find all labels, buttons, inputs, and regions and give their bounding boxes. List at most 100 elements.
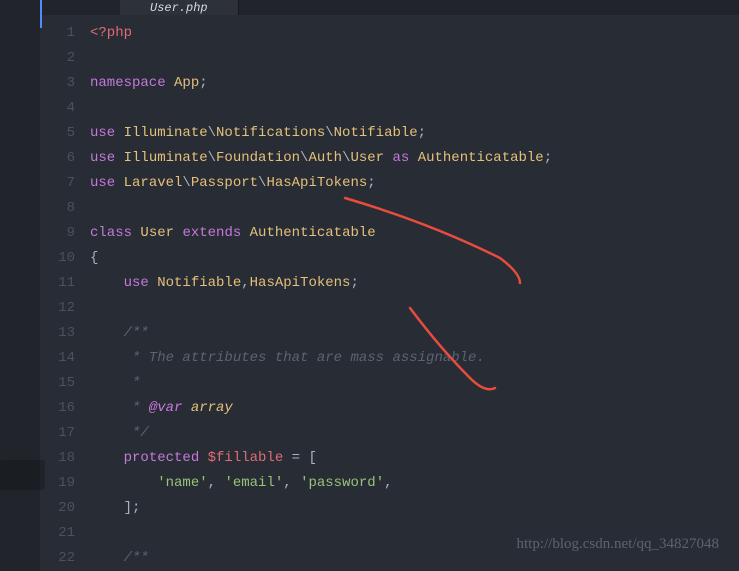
code-line[interactable]: <?php bbox=[90, 21, 739, 46]
main-area: User.php 1234567891011121314151617181920… bbox=[40, 0, 739, 571]
code-token: Foundation bbox=[216, 150, 300, 166]
code-token: \ bbox=[182, 175, 190, 191]
code-token: */ bbox=[90, 425, 149, 441]
code-line[interactable]: class User extends Authenticatable bbox=[90, 221, 739, 246]
line-number: 3 bbox=[40, 71, 75, 96]
code-token: use bbox=[90, 150, 124, 166]
code-line[interactable]: 'name', 'email', 'password', bbox=[90, 471, 739, 496]
code-token: class bbox=[90, 225, 140, 241]
code-token: ; bbox=[418, 125, 426, 141]
code-token: ; bbox=[544, 150, 552, 166]
code-line[interactable]: * @var array bbox=[90, 396, 739, 421]
code-token: use bbox=[90, 125, 124, 141]
code-token: <?php bbox=[90, 25, 132, 41]
code-token: Notifiable bbox=[334, 125, 418, 141]
code-line[interactable]: use Laravel\Passport\HasApiTokens; bbox=[90, 171, 739, 196]
line-number: 17 bbox=[40, 421, 75, 446]
code-token: User bbox=[140, 225, 182, 241]
line-number: 4 bbox=[40, 96, 75, 121]
code-token: * bbox=[90, 375, 140, 391]
code-token: ; bbox=[350, 275, 358, 291]
code-token: \ bbox=[208, 150, 216, 166]
code-token: use bbox=[90, 175, 124, 191]
code-token: , bbox=[384, 475, 392, 491]
code-token: Illuminate bbox=[124, 150, 208, 166]
line-number: 14 bbox=[40, 346, 75, 371]
code-token: Auth bbox=[308, 150, 342, 166]
line-number: 8 bbox=[40, 196, 75, 221]
line-number: 18 bbox=[40, 446, 75, 471]
code-token bbox=[90, 275, 124, 291]
code-token: ]; bbox=[90, 500, 140, 516]
tab-bar: User.php bbox=[40, 0, 739, 15]
line-number: 6 bbox=[40, 146, 75, 171]
code-token: HasApiTokens bbox=[250, 275, 351, 291]
code-token bbox=[182, 400, 190, 416]
code-content[interactable]: <?phpnamespace App;use Illuminate\Notifi… bbox=[90, 15, 739, 571]
code-token: namespace bbox=[90, 75, 174, 91]
line-number: 21 bbox=[40, 521, 75, 546]
line-number: 12 bbox=[40, 296, 75, 321]
code-token: as bbox=[384, 150, 418, 166]
code-token: Passport bbox=[191, 175, 258, 191]
code-token bbox=[90, 475, 157, 491]
code-token: = [ bbox=[283, 450, 317, 466]
code-token bbox=[90, 450, 124, 466]
code-token: { bbox=[90, 250, 98, 266]
code-line[interactable] bbox=[90, 96, 739, 121]
code-token: $fillable bbox=[208, 450, 284, 466]
code-line[interactable] bbox=[90, 296, 739, 321]
code-line[interactable]: protected $fillable = [ bbox=[90, 446, 739, 471]
code-token: ; bbox=[367, 175, 375, 191]
sidebar-shadow bbox=[0, 460, 45, 490]
line-number: 5 bbox=[40, 121, 75, 146]
code-token: Authenticatable bbox=[418, 150, 544, 166]
code-token: User bbox=[350, 150, 384, 166]
line-number: 7 bbox=[40, 171, 75, 196]
code-token: array bbox=[191, 400, 233, 416]
line-number: 19 bbox=[40, 471, 75, 496]
tab-user-php[interactable]: User.php bbox=[120, 0, 239, 15]
code-line[interactable]: * bbox=[90, 371, 739, 396]
code-line[interactable]: use Illuminate\Notifications\Notifiable; bbox=[90, 121, 739, 146]
code-token: HasApiTokens bbox=[266, 175, 367, 191]
code-token: , bbox=[208, 475, 225, 491]
code-token: 'name' bbox=[157, 475, 207, 491]
line-number: 10 bbox=[40, 246, 75, 271]
code-token: /** bbox=[90, 550, 149, 566]
code-line[interactable] bbox=[90, 196, 739, 221]
code-token: Laravel bbox=[124, 175, 183, 191]
code-line[interactable]: { bbox=[90, 246, 739, 271]
line-number: 15 bbox=[40, 371, 75, 396]
code-line[interactable]: use Notifiable,HasApiTokens; bbox=[90, 271, 739, 296]
line-number: 2 bbox=[40, 46, 75, 71]
watermark: http://blog.csdn.net/qq_34827048 bbox=[517, 536, 720, 553]
code-token: @var bbox=[149, 400, 183, 416]
code-token: \ bbox=[208, 125, 216, 141]
code-token: 'password' bbox=[300, 475, 384, 491]
code-token: App bbox=[174, 75, 199, 91]
code-area[interactable]: 12345678910111213141516171819202122 <?ph… bbox=[40, 15, 739, 571]
code-line[interactable]: use Illuminate\Foundation\Auth\User as A… bbox=[90, 146, 739, 171]
code-token: ; bbox=[199, 75, 207, 91]
code-token: , bbox=[283, 475, 300, 491]
code-token: 'email' bbox=[224, 475, 283, 491]
editor-container: User.php 1234567891011121314151617181920… bbox=[0, 0, 739, 571]
code-line[interactable] bbox=[90, 46, 739, 71]
line-number: 22 bbox=[40, 546, 75, 571]
code-token: Authenticatable bbox=[250, 225, 376, 241]
code-line[interactable]: ]; bbox=[90, 496, 739, 521]
code-token: use bbox=[124, 275, 158, 291]
activity-bar bbox=[0, 0, 40, 571]
code-line[interactable]: */ bbox=[90, 421, 739, 446]
line-number: 16 bbox=[40, 396, 75, 421]
code-line[interactable]: * The attributes that are mass assignabl… bbox=[90, 346, 739, 371]
code-token: Notifications bbox=[216, 125, 325, 141]
line-number: 20 bbox=[40, 496, 75, 521]
code-line[interactable]: namespace App; bbox=[90, 71, 739, 96]
code-token: * The attributes that are mass assignabl… bbox=[90, 350, 485, 366]
code-line[interactable]: /** bbox=[90, 321, 739, 346]
line-number: 13 bbox=[40, 321, 75, 346]
code-token: /** bbox=[90, 325, 149, 341]
line-number: 9 bbox=[40, 221, 75, 246]
